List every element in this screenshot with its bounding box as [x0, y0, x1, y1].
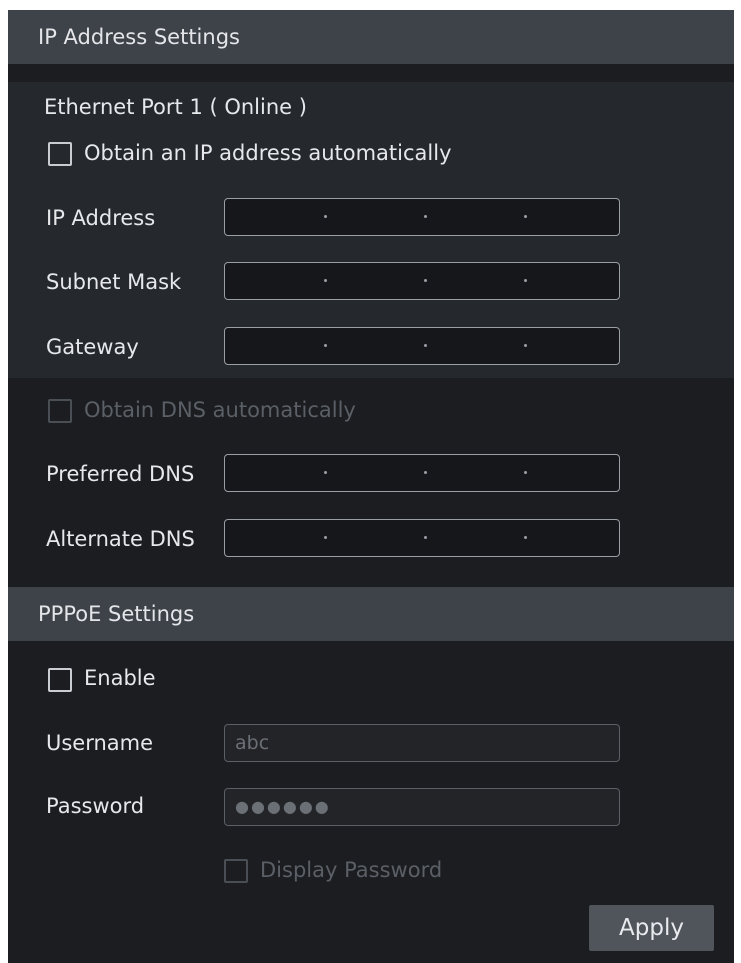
password-label: Password [46, 794, 145, 818]
preferred-dns-label: Preferred DNS [46, 462, 195, 486]
auto-ip-checkbox[interactable] [48, 142, 72, 166]
alternate-dns-label: Alternate DNS [46, 527, 195, 551]
ip-address-input[interactable] [224, 198, 620, 236]
ethernet-port-section: Ethernet Port 1 ( Online ) Obtain an IP … [8, 82, 734, 378]
auto-dns-label: Obtain DNS automatically [84, 398, 356, 422]
preferred-dns-input[interactable] [224, 454, 620, 492]
subnet-mask-label: Subnet Mask [46, 270, 182, 294]
network-settings-panel: IP Address Settings Ethernet Port 1 ( On… [8, 10, 734, 963]
pppoe-enable-label: Enable [84, 666, 156, 690]
ip-settings-header: IP Address Settings [8, 10, 734, 64]
gateway-input[interactable] [224, 327, 620, 365]
apply-button[interactable]: Apply [589, 905, 714, 951]
display-password-checkbox[interactable] [224, 859, 248, 883]
pppoe-enable-checkbox[interactable] [48, 668, 72, 692]
ip-settings-title: IP Address Settings [38, 25, 240, 49]
pppoe-settings-title: PPPoE Settings [38, 602, 195, 626]
auto-ip-label: Obtain an IP address automatically [84, 141, 452, 165]
display-password-label: Display Password [260, 858, 443, 882]
password-input[interactable]: ●●●●●● [224, 788, 620, 826]
alternate-dns-input[interactable] [224, 519, 620, 557]
pppoe-settings-header: PPPoE Settings [8, 587, 734, 641]
subnet-mask-input[interactable] [224, 262, 620, 300]
auto-dns-checkbox[interactable] [48, 399, 72, 423]
ethernet-port-title: Ethernet Port 1 ( Online ) [44, 95, 307, 119]
username-label: Username [46, 731, 154, 755]
ip-address-label: IP Address [46, 206, 156, 230]
username-input[interactable]: abc [224, 724, 620, 762]
gateway-label: Gateway [46, 335, 139, 359]
